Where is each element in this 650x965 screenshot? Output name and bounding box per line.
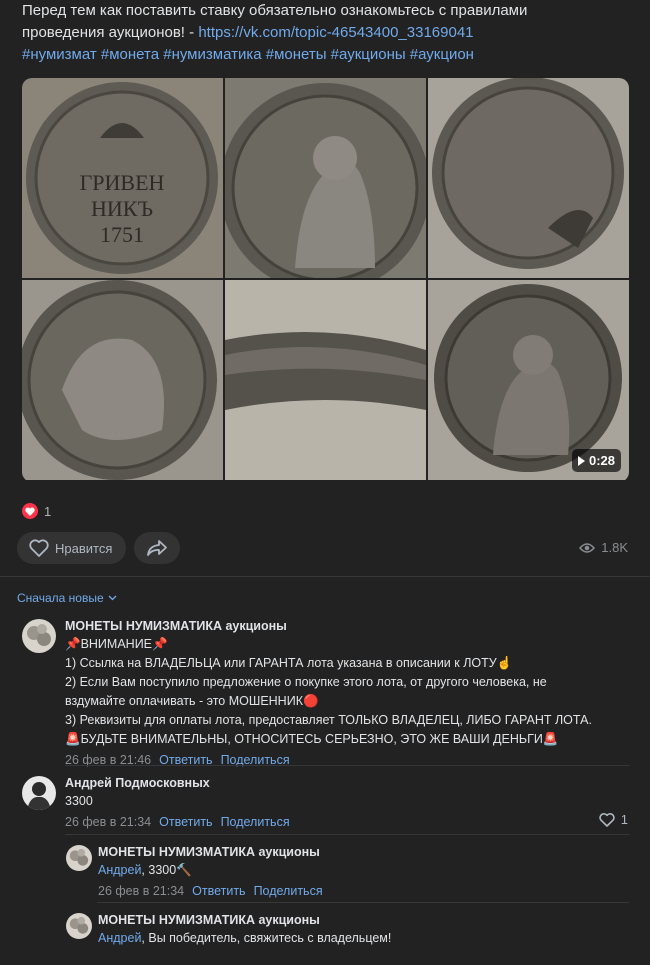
reactions-summary[interactable]: 1 — [22, 503, 51, 519]
photo-coin-reverse[interactable]: ГРИВЕН НИКЪ 1751 — [22, 78, 223, 278]
reply-comment: МОНЕТЫ НУМИЗМАТИКА аукционы Андрей, 3300… — [66, 845, 628, 900]
comment-text: , 3300🔨 — [141, 863, 192, 877]
reply-button[interactable]: Ответить — [159, 815, 212, 829]
video-duration: 0:28 — [588, 453, 615, 468]
post-text-line1: Перед тем как поставить ставку обязатель… — [22, 2, 528, 19]
comment-like-count: 1 — [620, 812, 628, 827]
comment-separator — [65, 765, 629, 766]
video-coin[interactable]: 0:28 — [428, 280, 629, 480]
comment-author[interactable]: МОНЕТЫ НУМИЗМАТИКА аукционы — [98, 911, 628, 929]
coin-text-3: 1751 — [100, 222, 144, 247]
coin-text-1: ГРИВЕН — [80, 170, 165, 195]
avatar[interactable] — [22, 619, 56, 653]
mention-link[interactable]: Андрей — [98, 863, 141, 877]
comment-text: , Вы победитель, свяжитесь с владельцем! — [141, 931, 392, 945]
heart-reaction-icon — [22, 503, 38, 519]
share-icon — [147, 540, 168, 556]
reply-comment: МОНЕТЫ НУМИЗМАТИКА аукционы Андрей, Вы п… — [66, 913, 628, 958]
avatar[interactable] — [22, 776, 56, 810]
views-count: 1.8K — [601, 540, 628, 555]
comment-line: 2) Если Вам поступило предложение о поку… — [65, 675, 547, 689]
comment-separator — [65, 834, 629, 835]
post-text-line2: проведения аукционов! - — [22, 24, 199, 41]
heart-outline-icon — [29, 539, 49, 557]
avatar[interactable] — [66, 845, 92, 871]
coin-text-2: НИКЪ — [91, 196, 153, 221]
views-counter: 1.8K — [579, 540, 628, 555]
share-comment-button[interactable]: Поделиться — [254, 884, 323, 898]
comment-line: вздумайте оплачивать - это МОШЕННИК🔴 — [65, 694, 319, 708]
comment: МОНЕТЫ НУМИЗМАТИКА аукционы 📌ВНИМАНИЕ📌 1… — [22, 617, 628, 767]
comment-author[interactable]: Андрей Подмосковных — [65, 774, 628, 792]
photo-coin-reverse-rotated[interactable] — [428, 78, 629, 278]
post-divider — [0, 576, 650, 577]
share-button[interactable] — [134, 532, 181, 564]
comment-date[interactable]: 26 фев в 21:34 — [98, 884, 184, 898]
comment-author[interactable]: МОНЕТЫ НУМИЗМАТИКА аукционы — [98, 843, 628, 861]
comment-line: 🚨БУДЬТЕ ВНИМАТЕЛЬНЫ, ОТНОСИТЕСЬ СЕРЬЕЗНО… — [65, 732, 559, 746]
share-comment-button[interactable]: Поделиться — [221, 815, 290, 829]
comment: Андрей Подмосковных 3300 26 фев в 21:34 … — [22, 776, 628, 831]
photo-gallery: ГРИВЕН НИКЪ 1751 0:28 — [22, 78, 629, 482]
hashtags[interactable]: #нумизмат #монета #нумизматика #монеты #… — [22, 44, 632, 66]
like-label: Нравится — [55, 540, 113, 556]
like-button[interactable]: Нравится — [17, 532, 127, 564]
sort-label: Сначала новые — [17, 591, 104, 605]
mention-link[interactable]: Андрей — [98, 931, 141, 945]
photo-coin-edge[interactable] — [225, 280, 426, 480]
heart-outline-icon — [599, 812, 615, 827]
reactions-count: 1 — [44, 503, 52, 519]
comment-line: 📌ВНИМАНИЕ📌 — [65, 637, 168, 651]
video-duration-badge: 0:28 — [571, 449, 621, 472]
comments-sort-dropdown[interactable]: Сначала новые — [17, 591, 117, 605]
reply-button[interactable]: Ответить — [192, 884, 245, 898]
avatar[interactable] — [66, 913, 92, 939]
post-actions: Нравится — [17, 532, 181, 564]
comment-date[interactable]: 26 фев в 21:34 — [65, 815, 151, 829]
chevron-down-icon — [108, 595, 117, 601]
comment-text: 3300 — [65, 794, 93, 808]
play-icon — [577, 455, 585, 466]
eye-icon — [579, 542, 596, 553]
comment-line: 1) Ссылка на ВЛАДЕЛЬЦА или ГАРАНТА лота … — [65, 656, 513, 670]
comment-line: 3) Реквизиты для оплаты лота, предоставл… — [65, 713, 592, 727]
photo-coin-obverse[interactable] — [225, 78, 426, 278]
comment-like-button[interactable]: 1 — [599, 812, 628, 827]
rules-link[interactable]: https://vk.com/topic-46543400_33169041 — [198, 24, 473, 41]
comment-separator — [97, 902, 629, 903]
comment-author[interactable]: МОНЕТЫ НУМИЗМАТИКА аукционы — [65, 617, 628, 635]
photo-coin-obverse-tilted[interactable] — [22, 280, 223, 480]
post-text: Перед тем как поставить ставку обязатель… — [22, 0, 632, 66]
